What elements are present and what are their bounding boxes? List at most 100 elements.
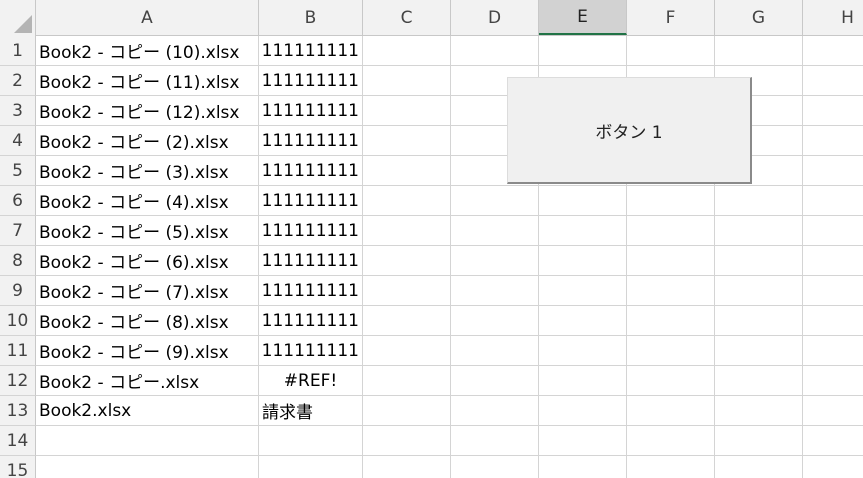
- cell-b15[interactable]: [259, 456, 363, 478]
- cell-h15[interactable]: [803, 456, 863, 478]
- cell-c11[interactable]: [363, 336, 451, 366]
- cell-c13[interactable]: [363, 396, 451, 426]
- row-header-1[interactable]: 1: [0, 36, 36, 66]
- column-header-b[interactable]: B: [259, 0, 363, 35]
- cell-h1[interactable]: [803, 36, 863, 66]
- cell-h13[interactable]: [803, 396, 863, 426]
- cell-g9[interactable]: [715, 276, 803, 306]
- cell-a13[interactable]: Book2.xlsx: [36, 396, 259, 426]
- cell-a5[interactable]: Book2 - コピー (3).xlsx: [36, 156, 259, 186]
- cell-a11[interactable]: Book2 - コピー (9).xlsx: [36, 336, 259, 366]
- cell-d7[interactable]: [451, 216, 539, 246]
- cell-e15[interactable]: [539, 456, 627, 478]
- cell-f15[interactable]: [627, 456, 715, 478]
- cell-g10[interactable]: [715, 306, 803, 336]
- row-header-2[interactable]: 2: [0, 66, 36, 96]
- cell-e7[interactable]: [539, 216, 627, 246]
- cell-b2[interactable]: 111111111: [259, 66, 363, 96]
- cell-f13[interactable]: [627, 396, 715, 426]
- cell-g7[interactable]: [715, 216, 803, 246]
- column-header-d[interactable]: D: [451, 0, 539, 35]
- cell-f8[interactable]: [627, 246, 715, 276]
- cell-d10[interactable]: [451, 306, 539, 336]
- cell-a4[interactable]: Book2 - コピー (2).xlsx: [36, 126, 259, 156]
- cell-g15[interactable]: [715, 456, 803, 478]
- cell-a3[interactable]: Book2 - コピー (12).xlsx: [36, 96, 259, 126]
- column-header-f[interactable]: F: [627, 0, 715, 35]
- cell-c10[interactable]: [363, 306, 451, 336]
- cell-h6[interactable]: [803, 186, 863, 216]
- cell-b9[interactable]: 111111111: [259, 276, 363, 306]
- row-header-8[interactable]: 8: [0, 246, 36, 276]
- cell-b8[interactable]: 111111111: [259, 246, 363, 276]
- cell-a12[interactable]: Book2 - コピー.xlsx: [36, 366, 259, 396]
- cell-h4[interactable]: [803, 126, 863, 156]
- cell-b6[interactable]: 111111111: [259, 186, 363, 216]
- cell-d12[interactable]: [451, 366, 539, 396]
- row-header-10[interactable]: 10: [0, 306, 36, 336]
- cell-f7[interactable]: [627, 216, 715, 246]
- cell-b14[interactable]: [259, 426, 363, 456]
- cell-e8[interactable]: [539, 246, 627, 276]
- cell-b3[interactable]: 111111111: [259, 96, 363, 126]
- cell-b13[interactable]: 請求書: [259, 396, 363, 426]
- cell-c7[interactable]: [363, 216, 451, 246]
- column-header-h[interactable]: H: [803, 0, 863, 35]
- cell-f6[interactable]: [627, 186, 715, 216]
- cell-f10[interactable]: [627, 306, 715, 336]
- cell-h11[interactable]: [803, 336, 863, 366]
- cell-c6[interactable]: [363, 186, 451, 216]
- cell-c5[interactable]: [363, 156, 451, 186]
- cell-e6[interactable]: [539, 186, 627, 216]
- cell-h8[interactable]: [803, 246, 863, 276]
- cell-b5[interactable]: 111111111: [259, 156, 363, 186]
- cell-h10[interactable]: [803, 306, 863, 336]
- cell-a2[interactable]: Book2 - コピー (11).xlsx: [36, 66, 259, 96]
- select-all-corner[interactable]: [0, 0, 36, 36]
- row-header-14[interactable]: 14: [0, 426, 36, 456]
- cell-e10[interactable]: [539, 306, 627, 336]
- cell-b4[interactable]: 111111111: [259, 126, 363, 156]
- cell-c9[interactable]: [363, 276, 451, 306]
- column-header-c[interactable]: C: [363, 0, 451, 35]
- cell-h14[interactable]: [803, 426, 863, 456]
- cell-a14[interactable]: [36, 426, 259, 456]
- cell-b12[interactable]: #REF!: [259, 366, 363, 396]
- row-header-4[interactable]: 4: [0, 126, 36, 156]
- cell-f12[interactable]: [627, 366, 715, 396]
- cell-b7[interactable]: 111111111: [259, 216, 363, 246]
- cell-d15[interactable]: [451, 456, 539, 478]
- cell-d11[interactable]: [451, 336, 539, 366]
- column-header-g[interactable]: G: [715, 0, 803, 35]
- cell-e13[interactable]: [539, 396, 627, 426]
- row-header-9[interactable]: 9: [0, 276, 36, 306]
- cell-e14[interactable]: [539, 426, 627, 456]
- cell-f1[interactable]: [627, 36, 715, 66]
- cell-a8[interactable]: Book2 - コピー (6).xlsx: [36, 246, 259, 276]
- cell-f14[interactable]: [627, 426, 715, 456]
- cell-a6[interactable]: Book2 - コピー (4).xlsx: [36, 186, 259, 216]
- row-header-3[interactable]: 3: [0, 96, 36, 126]
- cell-c12[interactable]: [363, 366, 451, 396]
- cell-a15[interactable]: [36, 456, 259, 478]
- cell-f9[interactable]: [627, 276, 715, 306]
- form-button-1[interactable]: ボタン 1: [507, 77, 752, 184]
- cell-c3[interactable]: [363, 96, 451, 126]
- cell-c2[interactable]: [363, 66, 451, 96]
- cell-c14[interactable]: [363, 426, 451, 456]
- cell-d14[interactable]: [451, 426, 539, 456]
- column-header-a[interactable]: A: [36, 0, 259, 35]
- cell-d9[interactable]: [451, 276, 539, 306]
- cell-a9[interactable]: Book2 - コピー (7).xlsx: [36, 276, 259, 306]
- cell-h12[interactable]: [803, 366, 863, 396]
- cell-d8[interactable]: [451, 246, 539, 276]
- cell-b10[interactable]: 111111111: [259, 306, 363, 336]
- cell-a7[interactable]: Book2 - コピー (5).xlsx: [36, 216, 259, 246]
- cell-f11[interactable]: [627, 336, 715, 366]
- column-header-e[interactable]: E: [539, 0, 627, 35]
- cell-c1[interactable]: [363, 36, 451, 66]
- cell-h2[interactable]: [803, 66, 863, 96]
- row-header-12[interactable]: 12: [0, 366, 36, 396]
- cell-b11[interactable]: 111111111: [259, 336, 363, 366]
- cell-c4[interactable]: [363, 126, 451, 156]
